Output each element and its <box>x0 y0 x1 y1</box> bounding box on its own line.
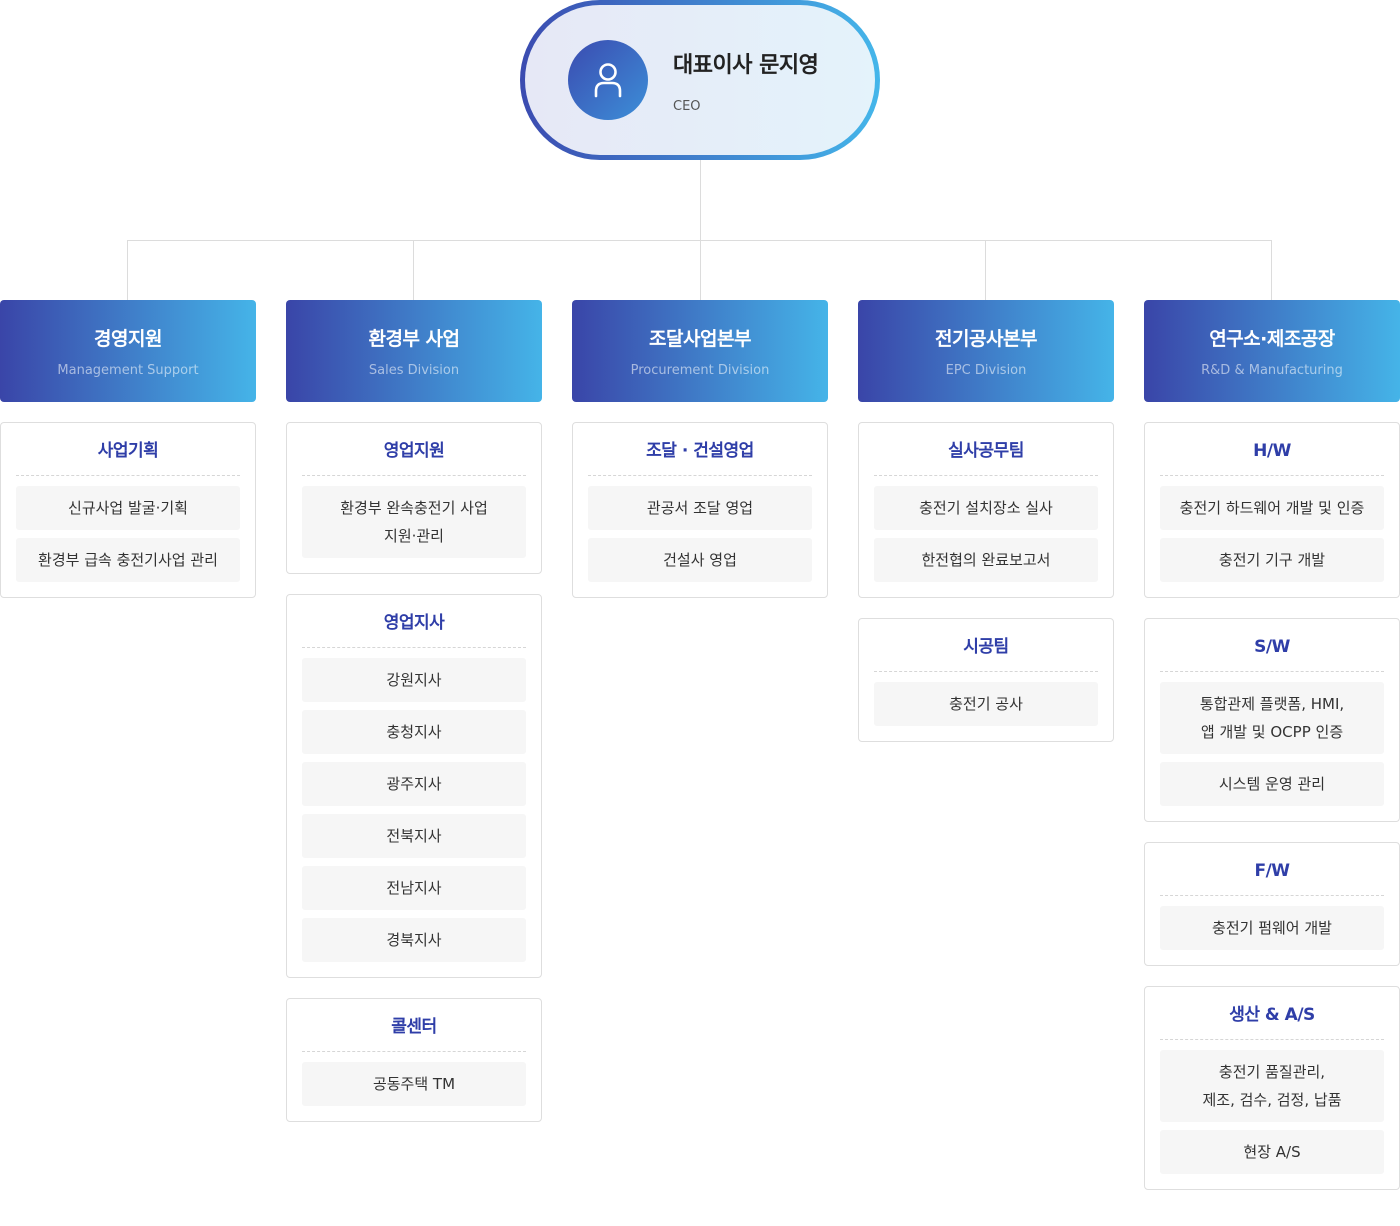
team-item: 한전협의 완료보고서 <box>874 538 1098 582</box>
team-item: 충전기 공사 <box>874 682 1098 726</box>
team-title: F/W <box>1160 843 1384 896</box>
division-epc: 전기공사본부 EPC Division 실사공무팀 충전기 설치장소 실사 한전… <box>858 300 1114 742</box>
team-item: 광주지사 <box>302 762 526 806</box>
team-card: 실사공무팀 충전기 설치장소 실사 한전협의 완료보고서 <box>858 422 1114 598</box>
team-title: 조달 · 건설영업 <box>588 423 812 476</box>
team-title: 영업지사 <box>302 595 526 648</box>
division-title: 경영지원 <box>94 328 162 350</box>
team-item: 공동주택 TM <box>302 1062 526 1106</box>
team-card: 콜센터 공동주택 TM <box>286 998 542 1122</box>
team-card: 조달 · 건설영업 관공서 조달 영업 건설사 영업 <box>572 422 828 598</box>
team-title: 실사공무팀 <box>874 423 1098 476</box>
ceo-text: 대표이사 문지영 CEO <box>673 47 819 114</box>
connector-division-5 <box>1271 240 1272 300</box>
team-card: H/W 충전기 하드웨어 개발 및 인증 충전기 기구 개발 <box>1144 422 1400 598</box>
division-header: 전기공사본부 EPC Division <box>858 300 1114 402</box>
team-item: 충전기 하드웨어 개발 및 인증 <box>1160 486 1384 530</box>
division-header: 조달사업본부 Procurement Division <box>572 300 828 402</box>
team-title: 시공팀 <box>874 619 1098 672</box>
team-item: 충전기 설치장소 실사 <box>874 486 1098 530</box>
ceo-node: 대표이사 문지영 CEO <box>520 0 880 160</box>
team-item: 건설사 영업 <box>588 538 812 582</box>
team-item: 현장 A/S <box>1160 1130 1384 1174</box>
team-item: 시스템 운영 관리 <box>1160 762 1384 806</box>
division-sales: 환경부 사업 Sales Division 영업지원 환경부 완속충전기 사업 … <box>286 300 542 1122</box>
division-title: 전기공사본부 <box>935 328 1037 350</box>
team-item: 통합관제 플랫폼, HMI, 앱 개발 및 OCPP 인증 <box>1160 682 1384 754</box>
ceo-name: 대표이사 문지영 <box>673 52 819 78</box>
division-title: 환경부 사업 <box>368 328 460 350</box>
team-title: S/W <box>1160 619 1384 672</box>
division-rnd-manufacturing: 연구소·제조공장 R&D & Manufacturing H/W 충전기 하드웨… <box>1144 300 1400 1190</box>
connector-division-2 <box>413 240 414 300</box>
team-title: 콜센터 <box>302 999 526 1052</box>
connector-division-1 <box>127 240 128 300</box>
division-title: 조달사업본부 <box>649 328 751 350</box>
team-item: 환경부 급속 충전기사업 관리 <box>16 538 240 582</box>
division-management-support: 경영지원 Management Support 사업기획 신규사업 발굴·기획 … <box>0 300 256 598</box>
team-card: F/W 충전기 펌웨어 개발 <box>1144 842 1400 966</box>
person-icon-glyph <box>594 63 622 98</box>
team-item: 환경부 완속충전기 사업 지원·관리 <box>302 486 526 558</box>
connector-division-3 <box>700 240 701 300</box>
person-icon <box>568 40 648 120</box>
division-header: 환경부 사업 Sales Division <box>286 300 542 402</box>
team-title: 영업지원 <box>302 423 526 476</box>
team-title: 사업기획 <box>16 423 240 476</box>
team-item: 경북지사 <box>302 918 526 962</box>
team-item: 충청지사 <box>302 710 526 754</box>
team-card: 생산 & A/S 충전기 품질관리, 제조, 검수, 검정, 납품 현장 A/S <box>1144 986 1400 1190</box>
team-item: 충전기 품질관리, 제조, 검수, 검정, 납품 <box>1160 1050 1384 1122</box>
team-card: 사업기획 신규사업 발굴·기획 환경부 급속 충전기사업 관리 <box>0 422 256 598</box>
division-procurement: 조달사업본부 Procurement Division 조달 · 건설영업 관공… <box>572 300 828 598</box>
team-item: 전남지사 <box>302 866 526 910</box>
team-item: 강원지사 <box>302 658 526 702</box>
ceo-role: CEO <box>673 98 701 114</box>
team-card: 영업지사 강원지사 충청지사 광주지사 전북지사 전남지사 경북지사 <box>286 594 542 978</box>
division-header: 경영지원 Management Support <box>0 300 256 402</box>
connector-ceo-vertical <box>700 160 701 240</box>
team-item: 신규사업 발굴·기획 <box>16 486 240 530</box>
team-item: 전북지사 <box>302 814 526 858</box>
division-subtitle: Procurement Division <box>630 363 770 378</box>
division-subtitle: EPC Division <box>945 363 1027 378</box>
ceo-node-inner: 대표이사 문지영 CEO <box>525 5 875 155</box>
division-subtitle: Management Support <box>57 363 199 378</box>
team-item: 관공서 조달 영업 <box>588 486 812 530</box>
team-card: 영업지원 환경부 완속충전기 사업 지원·관리 <box>286 422 542 574</box>
division-subtitle: R&D & Manufacturing <box>1201 363 1343 378</box>
team-title: 생산 & A/S <box>1160 987 1384 1040</box>
connector-division-4 <box>985 240 986 300</box>
division-subtitle: Sales Division <box>368 363 460 378</box>
team-card: S/W 통합관제 플랫폼, HMI, 앱 개발 및 OCPP 인증 시스템 운영… <box>1144 618 1400 822</box>
team-item: 충전기 기구 개발 <box>1160 538 1384 582</box>
team-item: 충전기 펌웨어 개발 <box>1160 906 1384 950</box>
division-header: 연구소·제조공장 R&D & Manufacturing <box>1144 300 1400 402</box>
division-title: 연구소·제조공장 <box>1209 328 1335 350</box>
team-title: H/W <box>1160 423 1384 476</box>
team-card: 시공팀 충전기 공사 <box>858 618 1114 742</box>
